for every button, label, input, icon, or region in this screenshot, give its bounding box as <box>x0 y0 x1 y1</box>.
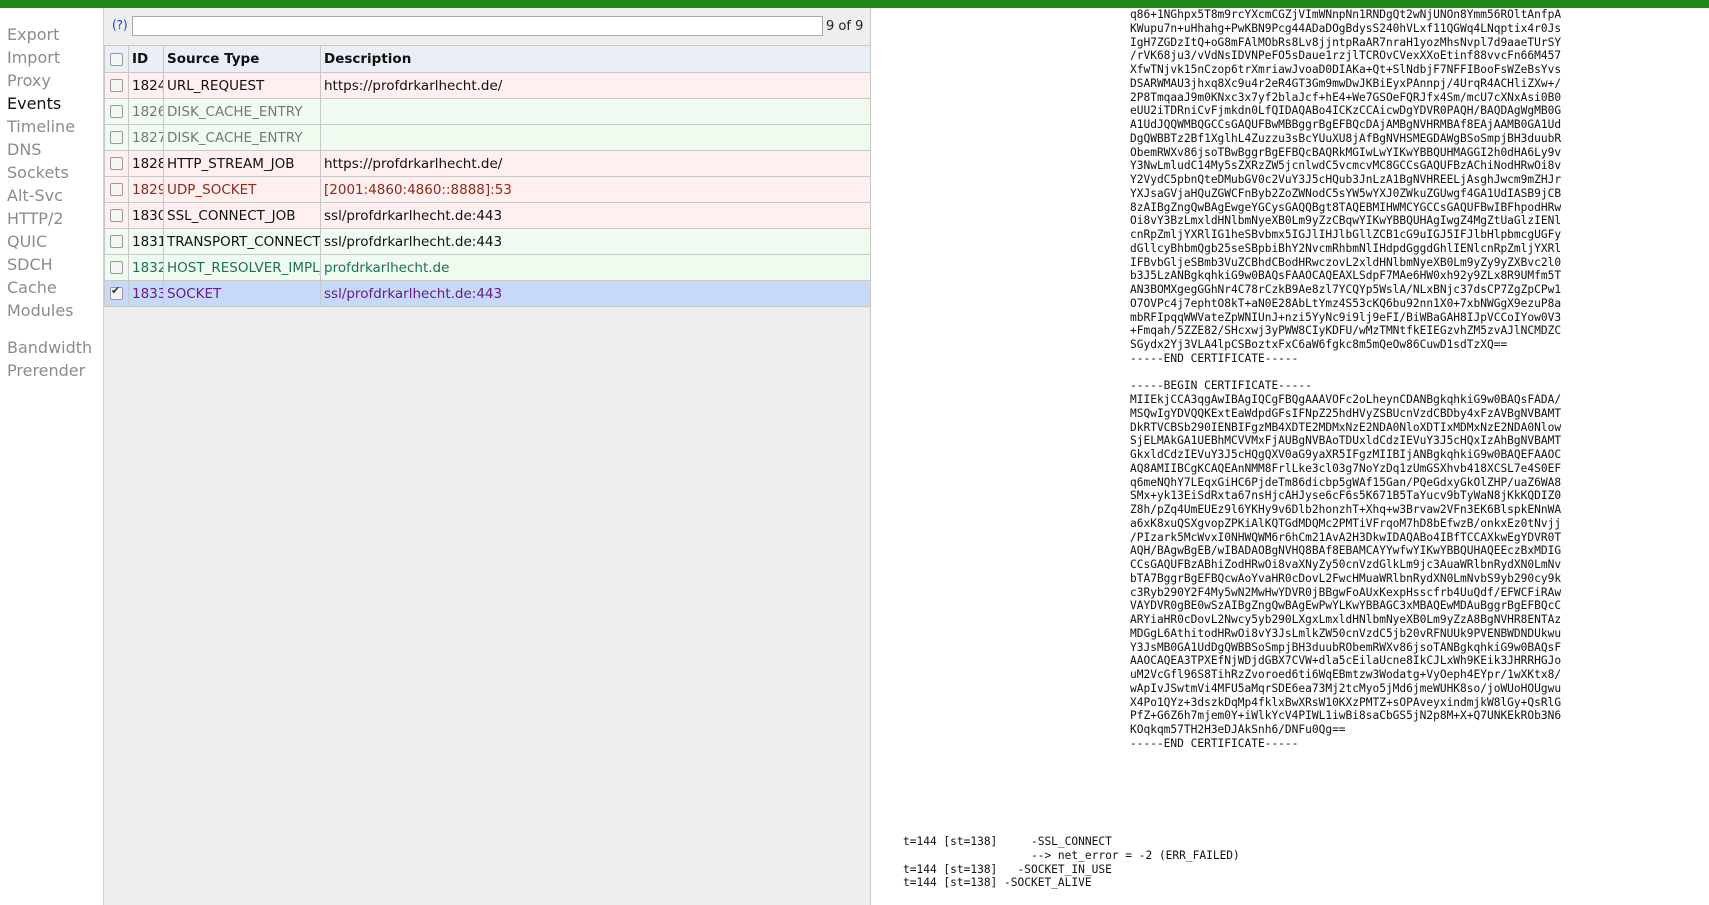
table-row[interactable]: 1830 SSL_CONNECT_JOB ssl/profdrkarlhecht.d… <box>104 202 871 229</box>
column-header-source-type[interactable]: Source Type <box>163 45 321 73</box>
cell-id: 1829 <box>128 176 164 203</box>
column-header-description[interactable]: Description <box>320 45 871 73</box>
sidebar-item-sdch[interactable]: SDCH <box>0 253 92 276</box>
filter-bar: (?) 9 of 9 <box>104 8 870 45</box>
cell-id: 1830 <box>128 202 164 229</box>
table-row[interactable]: 1833SOCKETssl/profdrkarlhecht.de:443 <box>104 280 871 307</box>
row-select-cell[interactable] <box>104 124 129 151</box>
top-status-bar <box>0 0 1709 8</box>
sidebar-item-alt-svc[interactable]: Alt-Svc <box>0 184 92 207</box>
row-checkbox[interactable] <box>110 261 123 274</box>
sidebar-item-bandwidth[interactable]: Bandwidth <box>0 336 92 359</box>
cell-source-type: DISK_CACHE_ENTRY <box>163 98 321 125</box>
row-checkbox[interactable] <box>110 235 123 248</box>
sidebar-item-prerender[interactable]: Prerender <box>0 359 92 382</box>
cell-description: ssl/profdrkarlhecht.de:443 <box>320 202 871 229</box>
sidebar-item-cache[interactable]: Cache <box>0 276 92 299</box>
column-header-id[interactable]: ID <box>128 45 164 73</box>
row-select-cell[interactable] <box>104 150 129 177</box>
cell-id: 1831 <box>128 228 164 255</box>
row-select-cell[interactable] <box>104 72 129 99</box>
row-checkbox[interactable] <box>110 209 123 222</box>
events-panel: (?) 9 of 9 ID Source Type Description 18… <box>104 8 871 905</box>
sidebar-item-proxy[interactable]: Proxy <box>0 69 92 92</box>
events-table: ID Source Type Description 1824 URL_REQUE… <box>104 45 871 307</box>
sidebar-item-events[interactable]: Events <box>0 92 92 115</box>
events-table-wrap: ID Source Type Description 1824 URL_REQUE… <box>104 45 871 307</box>
table-row[interactable]: 1831TRANSPORT_CONNECT_JOBssl/profdrkarlh… <box>104 228 871 255</box>
cell-source-type: SOCKET <box>163 280 321 307</box>
cell-source-type: TRANSPORT_CONNECT_JOB <box>163 228 321 255</box>
cell-id: 1828 <box>128 150 164 177</box>
row-checkbox[interactable] <box>110 284 123 300</box>
filter-input[interactable] <box>132 16 823 36</box>
table-row[interactable]: 1826 DISK_CACHE_ENTRY <box>104 98 871 125</box>
select-all-checkbox[interactable] <box>110 52 123 66</box>
sidebar-item-export[interactable]: Export <box>0 23 92 46</box>
table-row[interactable]: 1828 HTTP_STREAM_JOB https://profdrkarlhec… <box>104 150 871 177</box>
cell-id: 1832 <box>128 254 164 281</box>
details-pane: q86+1NGhpx5T8m9rcYXcmCGZjVImWNnpNn1RNDgQ… <box>871 8 1709 905</box>
cell-id: 1824 <box>128 72 164 99</box>
sidebar-item-quic[interactable]: QUIC <box>0 230 92 253</box>
row-checkbox[interactable] <box>110 105 123 118</box>
sidebar-item-dns[interactable]: DNS <box>0 138 92 161</box>
cell-description: [2001:4860:4860::8888]:53 <box>320 176 871 203</box>
cell-description: https://profdrkarlhecht.de/ <box>320 150 871 177</box>
sidebar-item-modules[interactable]: Modules <box>0 299 92 322</box>
cell-source-type: HTTP_STREAM_JOB <box>163 150 321 177</box>
row-select-cell[interactable] <box>104 176 129 203</box>
sidebar-item-import[interactable]: Import <box>0 46 92 69</box>
row-select-cell[interactable] <box>104 254 129 281</box>
row-select-cell[interactable] <box>104 280 129 307</box>
cell-id: 1827 <box>128 124 164 151</box>
event-log-text: t=144 [st=138] -SSL_CONNECT --> net_erro… <box>903 835 1240 890</box>
cell-description <box>320 124 871 151</box>
cell-id: 1826 <box>128 98 164 125</box>
table-row[interactable]: 1829 UDP_SOCKET [2001:4860:4860::8888]:53 <box>104 176 871 203</box>
cell-description: ssl/profdrkarlhecht.de:443 <box>320 228 871 255</box>
event-count: 9 of 9 <box>826 19 864 34</box>
cell-source-type: URL_REQUEST <box>163 72 321 99</box>
filter-help-link[interactable]: (?) <box>112 18 128 32</box>
cell-source-type: UDP_SOCKET <box>163 176 321 203</box>
sidebar-item-sockets[interactable]: Sockets <box>0 161 92 184</box>
nav-list: Export Import Proxy Events Timeline DNS Socket… <box>0 23 92 382</box>
row-select-cell[interactable] <box>104 98 129 125</box>
sidebar-item-http-2[interactable]: HTTP/2 <box>0 207 92 230</box>
row-select-cell[interactable] <box>104 228 129 255</box>
table-row[interactable]: 1827 DISK_CACHE_ENTRY <box>104 124 871 151</box>
table-row[interactable]: 1832HOST_RESOLVER_IMPL_JOBprofdrkarlhech… <box>104 254 871 281</box>
row-checkbox[interactable] <box>110 79 123 92</box>
row-checkbox[interactable] <box>110 131 123 144</box>
row-checkbox[interactable] <box>110 157 123 170</box>
cell-source-type: DISK_CACHE_ENTRY <box>163 124 321 151</box>
cell-source-type: HOST_RESOLVER_IMPL_JOB <box>163 254 321 281</box>
sidebar-item-timeline[interactable]: Timeline <box>0 115 92 138</box>
cell-id: 1833 <box>128 280 164 307</box>
table-row[interactable]: 1824 URL_REQUEST https://profdrkarlhecht.d… <box>104 72 871 99</box>
certificate-text: q86+1NGhpx5T8m9rcYXcmCGZjVImWNnpNn1RNDgQ… <box>1130 8 1562 750</box>
row-select-cell[interactable] <box>104 202 129 229</box>
select-all-header[interactable] <box>104 45 129 73</box>
events-table-body: 1824 URL_REQUEST https://profdrkarlhecht.d… <box>104 72 871 307</box>
nav-separator <box>0 322 92 336</box>
cell-description: https://profdrkarlhecht.de/ <box>320 72 871 99</box>
sidebar-nav: Export Import Proxy Events Timeline DNS Socket… <box>0 8 104 905</box>
cell-description: profdrkarlhecht.de <box>320 254 871 281</box>
cell-description <box>320 98 871 125</box>
cell-description: ssl/profdrkarlhecht.de:443 <box>320 280 871 307</box>
row-checkbox[interactable] <box>110 183 123 196</box>
cell-source-type: SSL_CONNECT_JOB <box>163 202 321 229</box>
table-header-row: ID Source Type Description <box>104 45 871 73</box>
